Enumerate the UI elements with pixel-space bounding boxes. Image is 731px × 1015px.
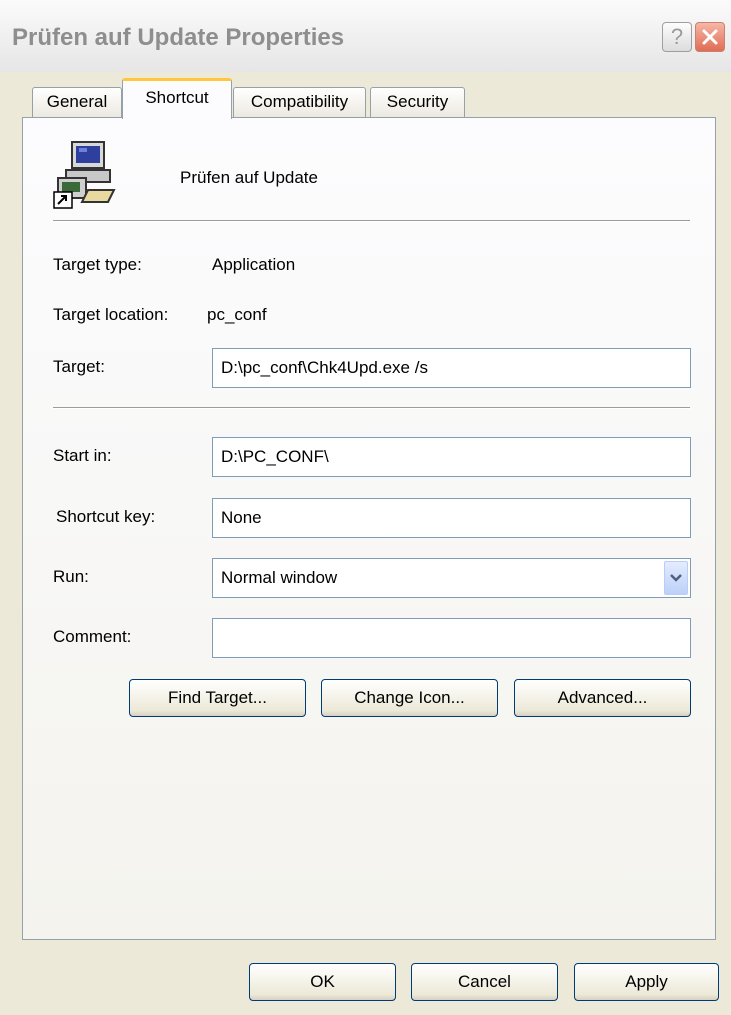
run-dropdown-button[interactable]: [664, 561, 688, 595]
separator-middle: [53, 407, 690, 409]
tab-general[interactable]: General: [32, 87, 122, 117]
target-label: Target:: [53, 357, 105, 376]
run-select[interactable]: Normal window: [212, 558, 691, 598]
cancel-button[interactable]: Cancel: [411, 963, 558, 1001]
tab-compatibility[interactable]: Compatibility: [233, 87, 366, 117]
run-select-value: Normal window: [221, 568, 338, 587]
target-type-label: Target type:: [53, 255, 142, 274]
separator-top: [53, 220, 690, 222]
shortcut-name: Prüfen auf Update: [180, 168, 318, 187]
close-icon: [702, 29, 718, 45]
target-location-value: pc_conf: [207, 305, 267, 324]
start-in-field[interactable]: D:\PC_CONF\: [212, 437, 691, 477]
help-icon: ?: [670, 24, 684, 49]
close-button[interactable]: [695, 22, 725, 52]
application-shortcut-icon: [53, 141, 116, 209]
target-location-label: Target location:: [53, 305, 169, 324]
help-button[interactable]: ?: [662, 22, 692, 52]
ok-button[interactable]: OK: [249, 963, 396, 1001]
tab-shortcut-label: Shortcut: [145, 88, 209, 107]
target-field[interactable]: D:\pc_conf\Chk4Upd.exe /s: [212, 348, 691, 388]
shortcut-key-field[interactable]: None: [212, 498, 691, 538]
comment-label: Comment:: [53, 627, 132, 646]
tab-general-label: General: [46, 92, 108, 111]
tab-compatibility-label: Compatibility: [250, 92, 349, 111]
window-title: Prüfen auf Update Properties: [12, 24, 345, 51]
apply-button[interactable]: Apply: [574, 963, 719, 1001]
shortcut-key-label: Shortcut key:: [56, 507, 156, 526]
change-icon-button[interactable]: Change Icon...: [321, 679, 498, 717]
target-type-value: Application: [212, 255, 296, 274]
run-label: Run:: [53, 567, 89, 586]
chevron-down-icon: [670, 574, 682, 582]
start-in-label: Start in:: [53, 446, 112, 465]
comment-field[interactable]: [212, 618, 691, 658]
advanced-button[interactable]: Advanced...: [514, 679, 691, 717]
find-target-button[interactable]: Find Target...: [129, 679, 306, 717]
tab-security-label: Security: [386, 92, 449, 111]
tab-shortcut[interactable]: Shortcut: [122, 78, 232, 119]
tab-security[interactable]: Security: [370, 87, 465, 117]
title-bar: Prüfen auf Update Properties ?: [0, 0, 731, 72]
